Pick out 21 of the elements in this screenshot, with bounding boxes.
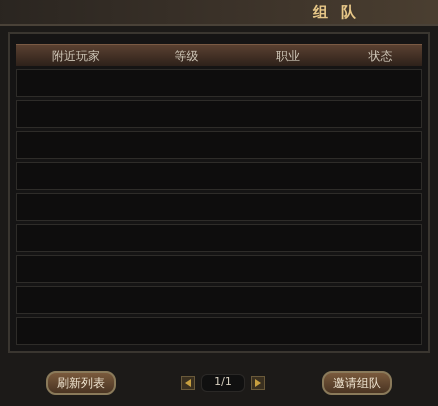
- next-page-button[interactable]: [251, 376, 265, 390]
- table-row[interactable]: [16, 224, 422, 252]
- table-row[interactable]: [16, 255, 422, 283]
- column-header: 等级: [174, 48, 199, 64]
- table-row[interactable]: [16, 100, 422, 128]
- previous-page-button[interactable]: [181, 376, 195, 390]
- column-header: 职业: [276, 48, 300, 64]
- window-title: 组 队: [312, 2, 360, 23]
- table-row[interactable]: [16, 162, 422, 190]
- table-row[interactable]: [16, 317, 422, 345]
- table-row[interactable]: [16, 193, 422, 221]
- refresh-button[interactable]: 刷新列表: [46, 370, 116, 394]
- column-header: 附近玩家: [52, 48, 100, 64]
- invite-button[interactable]: 邀请组队: [322, 370, 392, 394]
- page-indicator: 1/1: [201, 374, 245, 392]
- table-row[interactable]: [16, 286, 422, 314]
- column-header: 状态: [368, 48, 392, 64]
- left-triangle-icon: [185, 378, 191, 386]
- table-row[interactable]: [16, 69, 422, 97]
- table-row[interactable]: [16, 131, 422, 159]
- right-triangle-icon: [255, 378, 261, 386]
